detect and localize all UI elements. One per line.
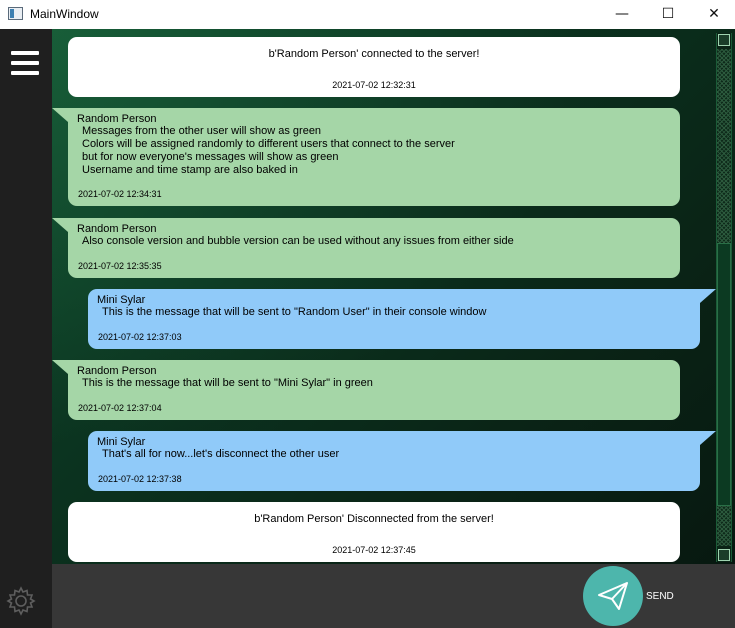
message-line: but for now everyone's messages will sho… [82,151,339,163]
message-line: Colors will be assigned randomly to diff… [82,138,455,150]
title-bar: MainWindow — ☐ ✕ [0,0,735,29]
app-window-icon [8,7,23,20]
server-message: b'Random Person' connected to the server… [68,37,680,97]
message-line: Messages from the other user will show a… [82,125,322,137]
message-timestamp: 2021-07-02 12:35:35 [78,261,162,271]
close-button[interactable]: ✕ [691,0,735,29]
send-label[interactable]: SEND [646,591,674,602]
outgoing-message: Mini Sylar This is the message that will… [88,289,716,349]
server-message-text: b'Random Person' Disconnected from the s… [254,513,494,525]
message-username: Random Person [77,113,157,125]
message-line: That's all for now...let's disconnect th… [102,448,340,460]
scroll-up-arrow[interactable] [718,34,730,46]
message-username: Random Person [77,365,157,377]
message-timestamp: 2021-07-02 12:37:03 [98,332,182,342]
message-username: Mini Sylar [97,436,146,448]
scrollbar-thumb[interactable] [717,243,731,506]
message-username: Mini Sylar [97,294,146,306]
chat-area[interactable]: b'Random Person' connected to the server… [52,29,735,564]
server-message: b'Random Person' Disconnected from the s… [68,502,680,562]
minimize-button[interactable]: — [599,0,645,29]
message-timestamp: 2021-07-02 12:37:45 [332,545,416,555]
scrollbar-track[interactable] [717,49,731,546]
send-button[interactable] [583,566,643,626]
message-line: This is the message that will be sent to… [82,377,373,389]
message-line: Username and time stamp are also baked i… [82,164,298,176]
incoming-message: Random Person This is the message that w… [52,360,680,420]
message-line: Also console version and bubble version … [82,235,514,247]
chat-scrollbar[interactable] [716,33,732,562]
window-title: MainWindow [30,7,99,21]
message-line: This is the message that will be sent to… [102,306,487,318]
outgoing-message: Mini Sylar That's all for now...let's di… [88,431,716,491]
incoming-message: Random Person Also console version and b… [52,218,680,278]
input-bar: SEND [52,564,735,628]
message-timestamp: 2021-07-02 12:37:04 [78,403,162,413]
message-input[interactable] [52,564,572,628]
message-timestamp: 2021-07-02 12:34:31 [78,189,162,199]
maximize-button[interactable]: ☐ [645,0,691,29]
server-message-text: b'Random Person' connected to the server… [268,48,480,60]
message-timestamp: 2021-07-02 12:37:38 [98,474,182,484]
message-timestamp: 2021-07-02 12:32:31 [332,80,416,90]
hamburger-menu-icon[interactable] [11,51,39,75]
message-username: Random Person [77,223,157,235]
gear-icon[interactable] [4,584,38,618]
sidebar [0,29,52,628]
scroll-down-arrow[interactable] [718,549,730,561]
paper-plane-send-icon [598,582,628,610]
incoming-message: Random Person Messages from the other us… [52,108,680,206]
